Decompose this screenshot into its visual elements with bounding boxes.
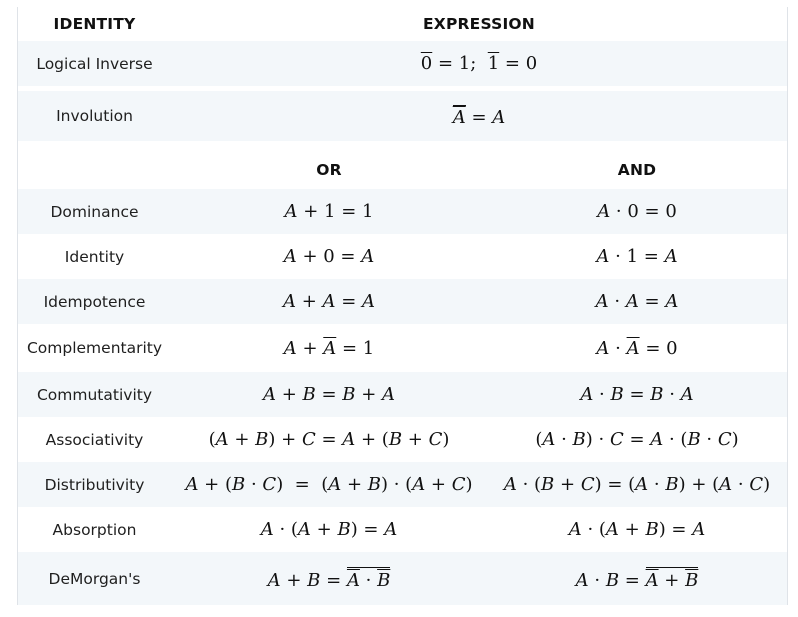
row-label-identity: Identity (64, 247, 125, 266)
expression-logical-inverse: 0 = 1; 1 = 0 (420, 53, 538, 74)
or-expression-dominance: A + 1 = 1 (284, 201, 374, 222)
row-label-logical-inverse: Logical Inverse (36, 54, 153, 73)
or-expression-associativity: (A + B) + C = A + (B + C) (208, 429, 450, 450)
table-row: Distributivity A + (B · C) = (A + B) · (… (18, 462, 787, 507)
boolean-identities-table: IDENTITY EXPRESSION Logical Inverse 0 = … (17, 7, 788, 605)
row-label-demorgans: DeMorgan's (48, 569, 141, 588)
or-expression-idempotence: A + A = A (282, 291, 376, 312)
table-row: Involution A = A (18, 91, 787, 141)
or-and-subheader-row: OR AND (18, 141, 787, 189)
identity-column-header: IDENTITY (53, 15, 136, 33)
table-row: Idempotence A + A = A A · A = A (18, 279, 787, 324)
and-expression-associativity: (A · B) · C = A · (B · C) (535, 429, 739, 450)
table-header-row: IDENTITY EXPRESSION (18, 7, 787, 41)
or-expression-complementarity: A + A = 1 (283, 337, 375, 359)
table-row: Complementarity A + A = 1 A · A = 0 (18, 324, 787, 372)
table-row: DeMorgan's A + B = A · B A · B = A + B (18, 552, 787, 605)
row-label-associativity: Associativity (45, 430, 144, 449)
and-expression-commutativity: A · B = B · A (580, 384, 694, 405)
or-expression-commutativity: A + B = B + A (262, 384, 396, 405)
expression-involution: A = A (452, 104, 506, 128)
row-label-distributivity: Distributivity (44, 475, 145, 494)
or-expression-distributivity: A + (B · C) = (A + B) · (A + C) (185, 474, 473, 495)
and-expression-absorption: A · (A + B) = A (568, 519, 706, 540)
and-expression-complementarity: A · A = 0 (596, 337, 678, 359)
and-expression-demorgans: A · B = A + B (487, 552, 787, 605)
and-expression-idempotence: A · A = A (595, 291, 679, 312)
expression-column-header: EXPRESSION (423, 15, 535, 33)
row-label-complementarity: Complementarity (26, 339, 163, 357)
row-label-involution: Involution (56, 107, 133, 125)
and-column-header: AND (617, 161, 657, 179)
table-row: Associativity (A + B) + C = A + (B + C) … (18, 417, 787, 462)
table-row: Commutativity A + B = B + A A · B = B · … (18, 372, 787, 417)
row-label-commutativity: Commutativity (36, 385, 153, 404)
or-expression-identity: A + 0 = A (283, 246, 375, 267)
table-row: Logical Inverse 0 = 1; 1 = 0 (18, 41, 787, 86)
and-expression-distributivity: A · (B + C) = (A · B) + (A · C) (503, 474, 771, 495)
or-column-header: OR (316, 161, 342, 179)
row-label-idempotence: Idempotence (43, 292, 146, 311)
table-row: Identity A + 0 = A A · 1 = A (18, 234, 787, 279)
row-label-absorption: Absorption (52, 520, 137, 539)
and-expression-identity: A · 1 = A (596, 246, 678, 267)
row-label-dominance: Dominance (50, 202, 139, 221)
or-expression-demorgans: A + B = A · B (171, 552, 487, 605)
table-row: Absorption A · (A + B) = A A · (A + B) =… (18, 507, 787, 552)
and-expression-dominance: A · 0 = 0 (597, 201, 677, 222)
or-expression-absorption: A · (A + B) = A (260, 519, 398, 540)
table-row: Dominance A + 1 = 1 A · 0 = 0 (18, 189, 787, 234)
